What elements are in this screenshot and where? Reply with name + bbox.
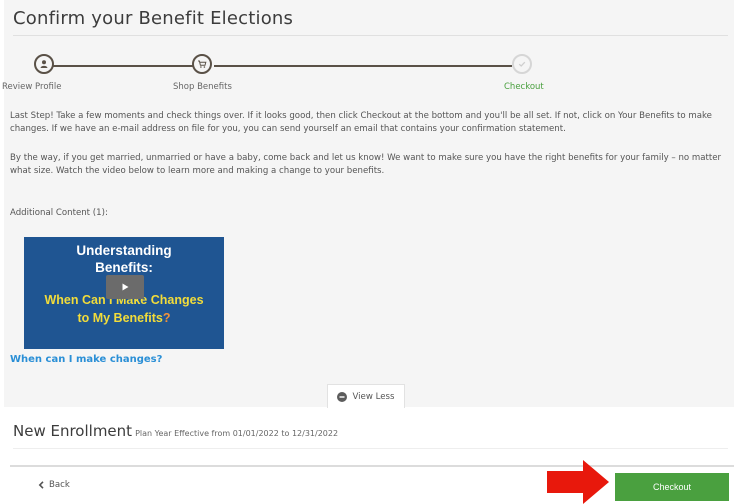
enrollment-plan-year: Plan Year Effective from 01/01/2022 to 1… [135,429,339,438]
step-review-profile[interactable] [34,54,54,74]
video-link[interactable]: When can I make changes? [10,354,162,365]
step-connector [214,65,512,67]
cart-icon [198,60,207,68]
instructions-paragraph: Last Step! Take a few moments and check … [10,111,712,134]
enrollment-heading: New Enrollment Plan Year Effective from 0… [13,422,338,440]
progress-steps: Review Profile Shop Benefits Checkout [0,48,734,98]
step-label-review-profile: Review Profile [2,82,62,92]
life-events-paragraph: By the way, if you get married, unmarrie… [10,153,722,176]
check-icon [518,61,526,67]
enrollment-divider [13,448,728,449]
play-icon [122,283,129,291]
video-thumbnail[interactable]: Understanding Benefits: When Can I Make … [24,237,224,349]
additional-content-label: Additional Content (1): [10,208,108,218]
view-less-button[interactable]: View Less [327,384,405,408]
chevron-left-icon [38,481,44,489]
video-thumb-title: Understanding [76,243,172,258]
step-label-shop-benefits: Shop Benefits [173,82,232,92]
play-button[interactable] [106,275,144,299]
video-thumb-subtitle: to My Benefits? [24,311,224,325]
video-thumb-title: Benefits: [95,260,153,275]
minus-circle-icon [337,391,348,402]
step-shop-benefits[interactable] [192,54,212,74]
step-label-checkout: Checkout [504,82,544,92]
step-checkout[interactable] [512,54,532,74]
checkout-button[interactable]: Checkout [615,473,729,501]
video-thumb-question-mark: ? [162,311,171,325]
step-connector [44,65,194,67]
video-thumb-subtitle-text: to My Benefits [77,311,163,325]
back-label: Back [49,480,70,490]
view-less-label: View Less [352,391,395,402]
back-button[interactable]: Back [38,480,70,490]
title-divider [13,35,728,36]
user-icon [40,60,48,68]
footer-divider [10,465,734,467]
red-arrow-icon [547,460,609,504]
page-title: Confirm your Benefit Elections [13,8,294,29]
enrollment-title: New Enrollment [13,422,133,440]
